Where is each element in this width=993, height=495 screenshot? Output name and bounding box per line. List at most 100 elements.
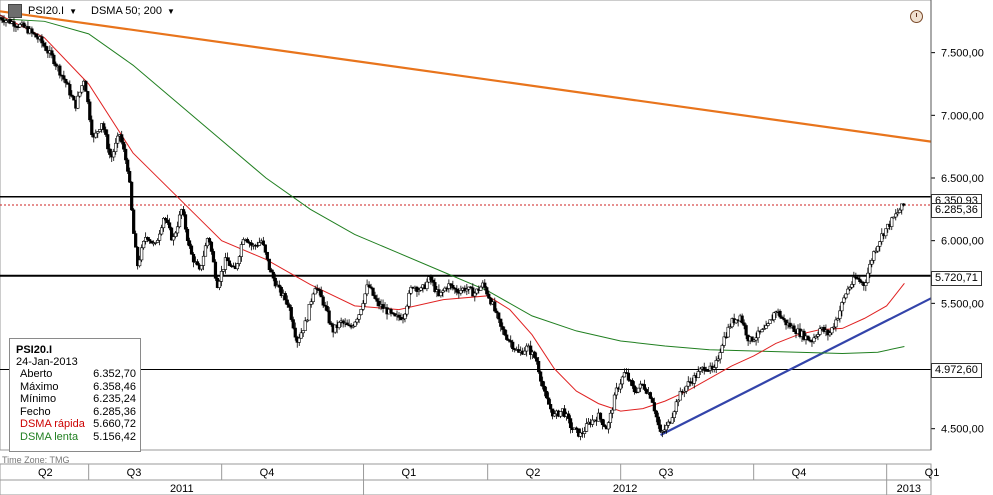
candle-body bbox=[451, 284, 455, 289]
candle-body bbox=[473, 292, 477, 297]
indicator-selector[interactable]: DSMA 50; 200 ▼ bbox=[91, 5, 175, 17]
candle-body bbox=[235, 263, 240, 270]
legend-row-label: Aberto bbox=[20, 368, 53, 380]
candle-body bbox=[483, 282, 487, 288]
candle-body bbox=[165, 219, 170, 224]
candle-body bbox=[72, 96, 76, 101]
candle-body bbox=[319, 290, 323, 298]
candle-body bbox=[806, 335, 810, 341]
candle-body bbox=[778, 310, 782, 318]
candle-body bbox=[389, 308, 393, 314]
candle-body bbox=[173, 232, 178, 237]
candle-body bbox=[138, 259, 142, 267]
candle-body bbox=[146, 237, 150, 240]
candle-body bbox=[277, 284, 281, 288]
candle bbox=[371, 287, 375, 297]
candle-body bbox=[363, 293, 367, 304]
candle-body bbox=[142, 241, 146, 249]
candle-body bbox=[742, 322, 746, 326]
candle-body bbox=[718, 352, 722, 360]
candle-body bbox=[674, 401, 678, 412]
quarter-label: Q3 bbox=[127, 467, 142, 479]
candle-body bbox=[656, 416, 660, 426]
candle-body bbox=[217, 281, 222, 288]
chart-type-icon[interactable] bbox=[8, 4, 22, 18]
candle-body bbox=[12, 21, 16, 27]
candle-body bbox=[610, 409, 615, 414]
candle-body bbox=[397, 314, 401, 318]
candle-body bbox=[44, 45, 48, 51]
legend-row: DSMA lenta 5.156,42 bbox=[16, 431, 136, 444]
candle-body bbox=[257, 242, 261, 246]
candle-body bbox=[130, 181, 134, 211]
candle-body bbox=[566, 413, 571, 419]
candle-body bbox=[598, 412, 603, 420]
candle-body bbox=[541, 380, 545, 387]
legend-title: PSI20.I bbox=[16, 344, 53, 356]
candle-body bbox=[684, 385, 688, 392]
candle-body bbox=[271, 271, 275, 279]
candle-body bbox=[582, 431, 587, 434]
candle-body bbox=[116, 135, 120, 144]
candle-body bbox=[726, 326, 730, 338]
candle-body bbox=[140, 247, 144, 261]
candle-body bbox=[293, 327, 297, 338]
year-strip bbox=[0, 479, 932, 495]
chart: 7.500,00 7.000,00 6.500,00 6.000,00 5.500,00… bbox=[0, 0, 984, 495]
candle-body bbox=[407, 292, 411, 307]
candle-body bbox=[42, 42, 46, 47]
candle bbox=[34, 33, 38, 38]
candle-body bbox=[792, 325, 796, 332]
candle-body bbox=[898, 209, 902, 213]
candle-body bbox=[245, 238, 249, 243]
candle-body bbox=[327, 310, 331, 324]
candle-body bbox=[297, 337, 301, 343]
chart-toolbar: PSI20.I ▼ DSMA 50; 200 ▼ bbox=[0, 0, 189, 22]
quarter-label: Q1 bbox=[402, 467, 417, 479]
candle-body bbox=[88, 101, 92, 121]
candle-body bbox=[112, 151, 116, 158]
quarter-label: Q3 bbox=[659, 467, 674, 479]
candle-body bbox=[375, 298, 379, 302]
clock-icon[interactable] bbox=[910, 10, 923, 23]
candle-body bbox=[670, 417, 674, 424]
legend-row-value: 6.235,24 bbox=[93, 393, 136, 405]
candle-body bbox=[842, 297, 846, 303]
legend-row-value: 5.156,42 bbox=[93, 430, 136, 443]
candle-body bbox=[114, 142, 118, 152]
candle-body bbox=[828, 332, 832, 336]
candle-body bbox=[132, 209, 136, 234]
candle-body bbox=[108, 148, 112, 155]
candle-body bbox=[642, 384, 646, 390]
candle-body bbox=[265, 251, 269, 260]
candle-body bbox=[672, 411, 676, 418]
quarter-label: Q1 bbox=[925, 467, 940, 479]
candle-body bbox=[359, 309, 363, 315]
candle-body bbox=[425, 281, 429, 290]
legend-row-value: 6.358,46 bbox=[93, 380, 136, 393]
candle bbox=[636, 387, 640, 394]
candle-body bbox=[126, 159, 130, 172]
quarter-label: Q2 bbox=[526, 467, 541, 479]
candle-body bbox=[405, 305, 409, 315]
candle-body bbox=[612, 394, 617, 411]
symbol-selector[interactable]: PSI20.I ▼ bbox=[28, 5, 77, 17]
candle-body bbox=[744, 325, 748, 336]
candle-body bbox=[209, 241, 214, 252]
y-tick-label: 5.500,00 bbox=[941, 298, 984, 310]
candle-body bbox=[124, 148, 128, 161]
candle-body bbox=[68, 84, 72, 96]
candle-body bbox=[714, 360, 718, 368]
candle-body bbox=[547, 397, 551, 405]
candle-body bbox=[698, 368, 702, 372]
candle-body bbox=[812, 337, 816, 343]
candle-body bbox=[894, 213, 898, 218]
year-label: 2013 bbox=[897, 483, 921, 495]
candle-body bbox=[838, 310, 842, 319]
price-tag-close: 6.285,36 bbox=[931, 203, 982, 218]
candle-body bbox=[267, 258, 271, 271]
candle-body bbox=[337, 322, 341, 329]
candle-body bbox=[439, 292, 443, 297]
candle-body bbox=[371, 287, 375, 296]
candle-body bbox=[606, 422, 611, 430]
